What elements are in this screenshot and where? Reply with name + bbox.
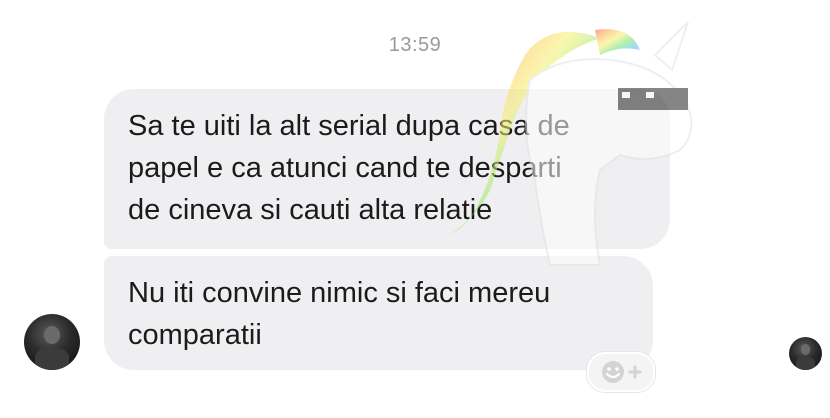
message-text-line: de cineva si cauti alta relatie [128, 194, 493, 226]
message-text-line: Nu iti convine nimic si faci mereu [128, 277, 551, 309]
message-bubble-2[interactable]: Nu iti convine nimic si faci mereu compa… [104, 256, 653, 370]
message-text-line: Sa te uiti la alt serial dupa casa de [128, 110, 570, 142]
message-text-line: comparatii [128, 319, 262, 351]
message-timestamp: 13:59 [388, 34, 442, 56]
message-bubble-1[interactable]: Sa te uiti la alt serial dupa casa de pa… [104, 89, 670, 249]
sender-avatar[interactable] [24, 314, 80, 370]
smiley-plus-icon [602, 361, 642, 383]
avatar-head-shape [43, 326, 61, 345]
message-text-line: papel e ca atunci cand te desparti [128, 152, 562, 184]
avatar-body-shape [35, 347, 69, 370]
avatar-head-shape [800, 344, 811, 355]
read-receipt-avatar [789, 337, 822, 370]
avatar-body-shape [795, 356, 816, 370]
add-reaction-button[interactable] [587, 352, 655, 392]
